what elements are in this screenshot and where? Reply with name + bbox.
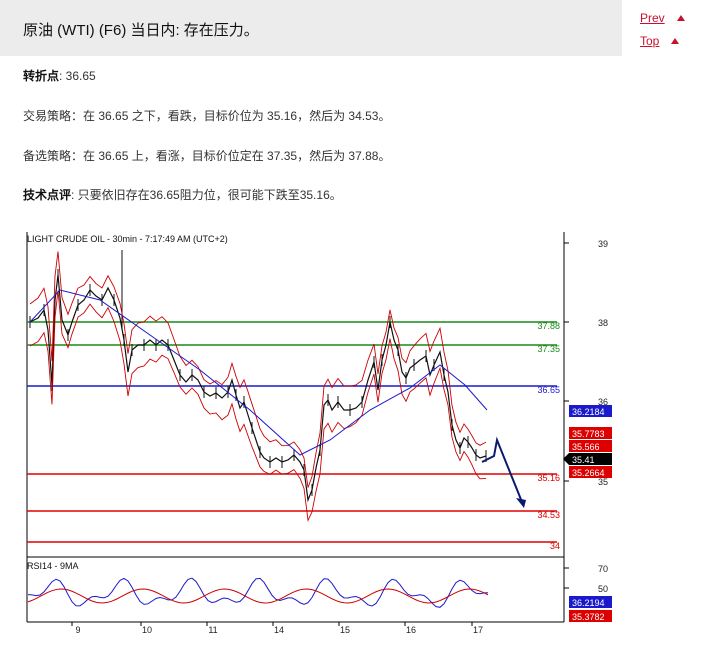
svg-text:35.2664: 35.2664 bbox=[572, 468, 605, 478]
svg-text:36.2184: 36.2184 bbox=[572, 407, 605, 417]
price-badge: 35.41 bbox=[563, 453, 612, 465]
x-axis-label: 10 bbox=[142, 625, 152, 635]
forecast-arrow bbox=[481, 436, 523, 503]
upper-band-line bbox=[29, 251, 487, 488]
svg-text:36.2194: 36.2194 bbox=[572, 598, 605, 608]
svg-text:35.7783: 35.7783 bbox=[572, 429, 605, 439]
level-label: 37.35 bbox=[537, 344, 560, 354]
x-axis-label: 16 bbox=[406, 625, 416, 635]
price-chart: 37.8837.3536.6535.1634.5334 393836357050… bbox=[26, 232, 612, 635]
level-label: 34.53 bbox=[537, 510, 560, 520]
x-axis-label: 11 bbox=[208, 625, 217, 635]
price-tick-label: 39 bbox=[598, 239, 608, 249]
rsi-line bbox=[27, 577, 489, 608]
level-label: 35.16 bbox=[537, 473, 560, 483]
x-axis-label: 17 bbox=[473, 625, 483, 635]
x-axis-label: 9 bbox=[75, 625, 80, 635]
price-badge: 35.2664 bbox=[569, 466, 612, 478]
forecast-arrowhead-icon bbox=[516, 498, 526, 508]
svg-text:35.3782: 35.3782 bbox=[572, 612, 605, 622]
price-tick-label: 38 bbox=[598, 318, 608, 328]
rsi-tick-label: 70 bbox=[598, 564, 608, 574]
level-label: 34 bbox=[550, 541, 560, 551]
x-axis-label: 15 bbox=[340, 625, 350, 635]
rsi-title: RSI14 - 9MA bbox=[27, 561, 79, 571]
rsi-ma-line bbox=[27, 588, 489, 604]
price-badge: 36.2184 bbox=[569, 405, 612, 417]
price-line bbox=[29, 274, 487, 503]
price-badge: 35.566 bbox=[569, 440, 612, 452]
rsi-tick-label: 50 bbox=[598, 584, 608, 594]
level-label: 36.65 bbox=[537, 385, 560, 395]
svg-text:35.566: 35.566 bbox=[572, 442, 600, 452]
svg-text:35.41: 35.41 bbox=[572, 455, 595, 465]
chart-title: LIGHT CRUDE OIL - 30min - 7:17:49 AM (UT… bbox=[27, 234, 228, 244]
lower-band-line bbox=[29, 290, 487, 522]
price-badge: 35.7783 bbox=[569, 427, 612, 439]
level-label: 37.88 bbox=[537, 321, 560, 331]
rsi-badge: 36.2194 bbox=[569, 596, 612, 608]
price-tick-label: 35 bbox=[598, 477, 608, 487]
x-axis-label: 14 bbox=[274, 625, 284, 635]
rsi-badge: 35.3782 bbox=[569, 610, 612, 622]
